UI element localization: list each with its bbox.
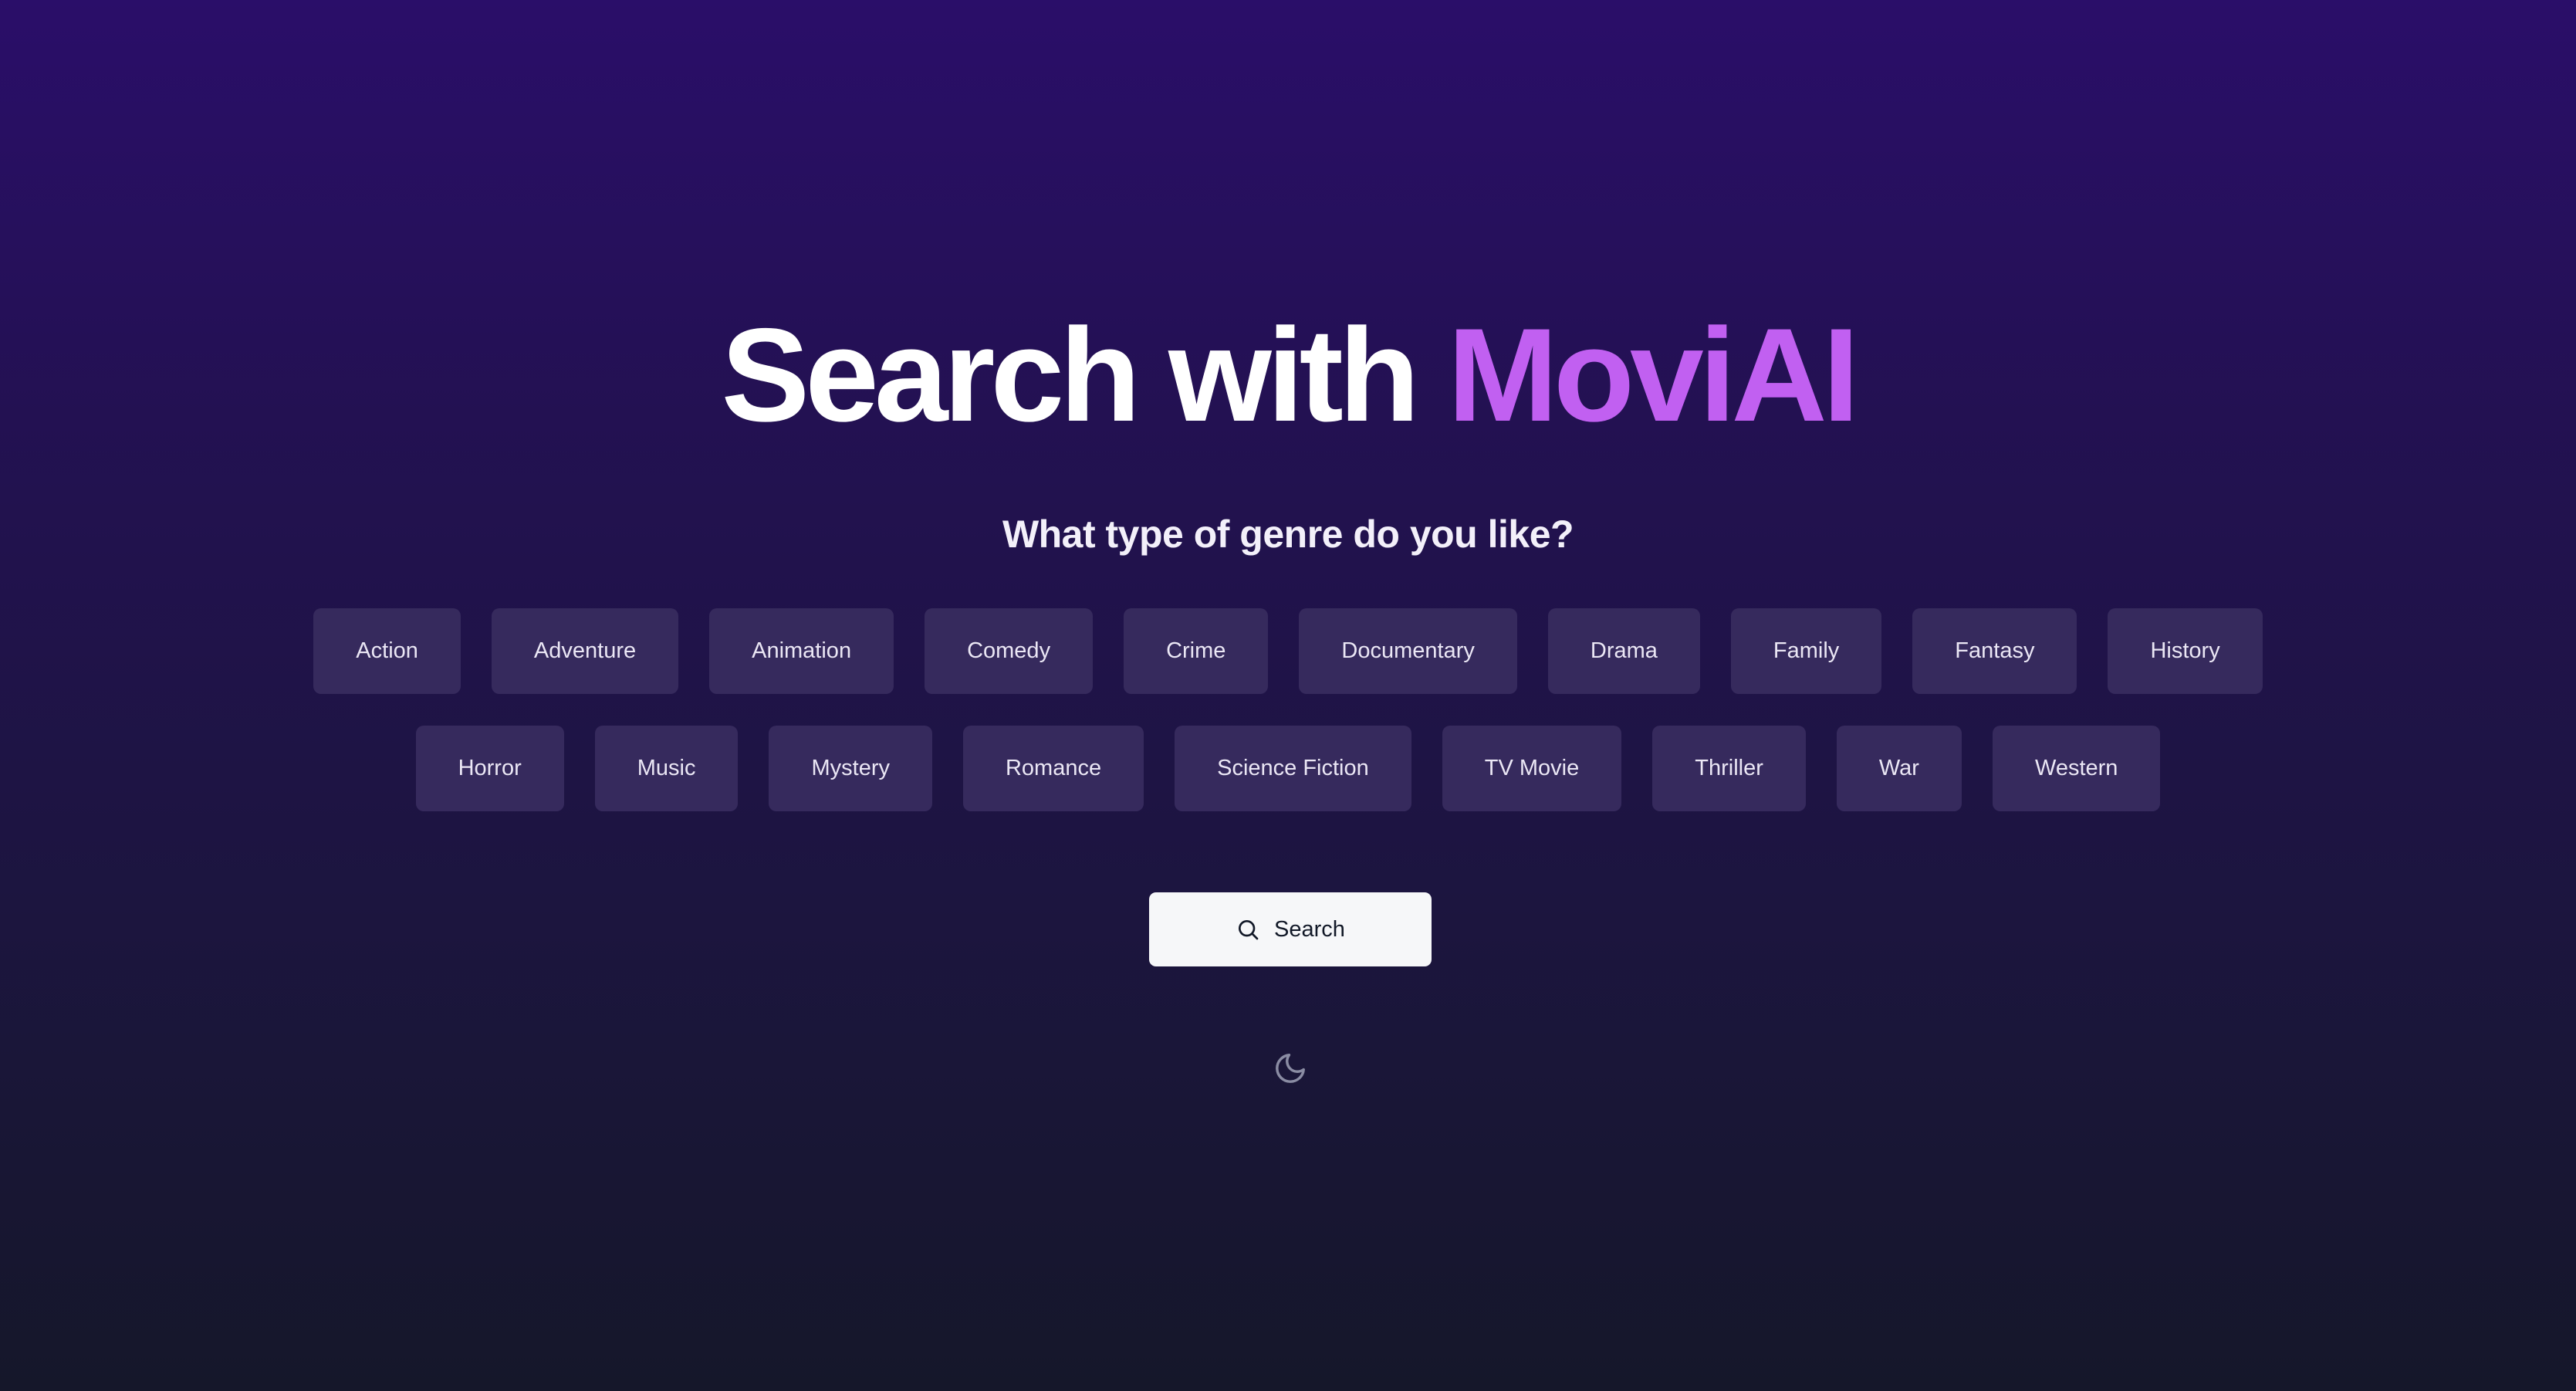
genre-chip-comedy[interactable]: Comedy xyxy=(925,608,1094,694)
genre-chip-war[interactable]: War xyxy=(1836,726,1962,811)
genre-chip-romance[interactable]: Romance xyxy=(962,726,1144,811)
genre-chip-thriller[interactable]: Thriller xyxy=(1652,726,1806,811)
genre-chip-family[interactable]: Family xyxy=(1730,608,1882,694)
theme-toggle-button[interactable] xyxy=(1272,1050,1309,1087)
search-button-label: Search xyxy=(1274,916,1345,942)
brand-name: MoviAI xyxy=(1447,301,1860,449)
search-icon xyxy=(1239,920,1259,940)
genre-chip-science-fiction[interactable]: Science Fiction xyxy=(1175,726,1411,811)
genre-chip-documentary[interactable]: Documentary xyxy=(1299,608,1517,694)
genre-chip-western[interactable]: Western xyxy=(1992,726,2161,811)
genre-chip-history[interactable]: History xyxy=(2108,608,2263,694)
genre-chip-action[interactable]: Action xyxy=(313,608,461,694)
genre-chip-crime[interactable]: Crime xyxy=(1124,608,1269,694)
genre-chip-animation[interactable]: Animation xyxy=(709,608,894,694)
hero-title: Search with MoviAI xyxy=(0,290,2576,460)
genre-chip-drama[interactable]: Drama xyxy=(1547,608,1700,694)
genre-row-1: Action Adventure Animation Comedy Crime … xyxy=(0,608,2576,694)
genre-row-2: Horror Music Mystery Romance Science Fic… xyxy=(0,726,2576,811)
landing-page: Search with MoviAI What type of genre do… xyxy=(0,0,2576,1391)
moon-icon xyxy=(1276,1054,1305,1083)
search-button[interactable]: Search xyxy=(1149,892,1432,966)
genre-chip-mystery[interactable]: Mystery xyxy=(769,726,932,811)
genre-chip-tv-movie[interactable]: TV Movie xyxy=(1442,726,1622,811)
genre-question: What type of genre do you like? xyxy=(1002,513,1574,556)
genre-chip-horror[interactable]: Horror xyxy=(415,726,564,811)
genre-chip-adventure[interactable]: Adventure xyxy=(491,608,679,694)
genre-chip-fantasy[interactable]: Fantasy xyxy=(1912,608,2077,694)
genre-chip-music[interactable]: Music xyxy=(594,726,739,811)
hero-title-prefix: Search with xyxy=(721,301,1420,449)
